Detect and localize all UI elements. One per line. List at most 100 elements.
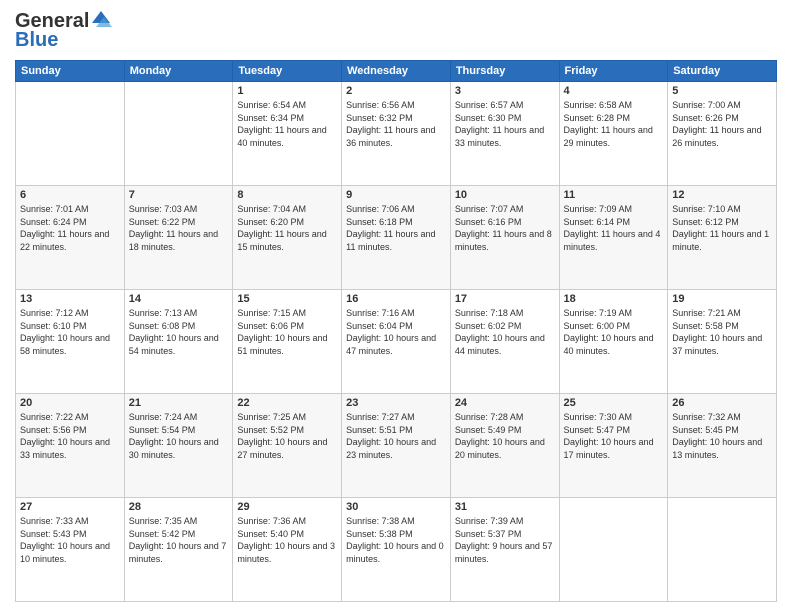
- day-info: Sunrise: 7:00 AM Sunset: 6:26 PM Dayligh…: [672, 99, 772, 149]
- daylight-text: Daylight: 10 hours and 17 minutes.: [564, 437, 654, 460]
- day-number: 21: [129, 397, 229, 409]
- calendar-cell: 22 Sunrise: 7:25 AM Sunset: 5:52 PM Dayl…: [233, 394, 342, 498]
- calendar-cell: 3 Sunrise: 6:57 AM Sunset: 6:30 PM Dayli…: [450, 82, 559, 186]
- daylight-text: Daylight: 10 hours and 44 minutes.: [455, 333, 545, 356]
- sunrise-text: Sunrise: 7:33 AM: [20, 516, 89, 526]
- calendar-cell: 19 Sunrise: 7:21 AM Sunset: 5:58 PM Dayl…: [668, 290, 777, 394]
- sunrise-text: Sunrise: 7:12 AM: [20, 308, 89, 318]
- day-info: Sunrise: 7:09 AM Sunset: 6:14 PM Dayligh…: [564, 203, 664, 253]
- daylight-text: Daylight: 10 hours and 30 minutes.: [129, 437, 219, 460]
- day-number: 25: [564, 397, 664, 409]
- day-number: 22: [237, 397, 337, 409]
- daylight-text: Daylight: 11 hours and 33 minutes.: [455, 125, 544, 148]
- sunrise-text: Sunrise: 7:03 AM: [129, 204, 198, 214]
- daylight-text: Daylight: 10 hours and 27 minutes.: [237, 437, 327, 460]
- sunset-text: Sunset: 5:54 PM: [129, 425, 196, 435]
- sunrise-text: Sunrise: 7:32 AM: [672, 412, 741, 422]
- daylight-text: Daylight: 10 hours and 13 minutes.: [672, 437, 762, 460]
- calendar-week-row: 20 Sunrise: 7:22 AM Sunset: 5:56 PM Dayl…: [16, 394, 777, 498]
- calendar-header-row: SundayMondayTuesdayWednesdayThursdayFrid…: [16, 61, 777, 82]
- daylight-text: Daylight: 11 hours and 11 minutes.: [346, 229, 435, 252]
- calendar-cell: 30 Sunrise: 7:38 AM Sunset: 5:38 PM Dayl…: [342, 498, 451, 602]
- sunset-text: Sunset: 5:47 PM: [564, 425, 631, 435]
- sunset-text: Sunset: 6:34 PM: [237, 113, 304, 123]
- day-header-tuesday: Tuesday: [233, 61, 342, 82]
- day-info: Sunrise: 7:10 AM Sunset: 6:12 PM Dayligh…: [672, 203, 772, 253]
- day-info: Sunrise: 6:54 AM Sunset: 6:34 PM Dayligh…: [237, 99, 337, 149]
- day-number: 29: [237, 501, 337, 513]
- sunset-text: Sunset: 5:51 PM: [346, 425, 413, 435]
- calendar-cell: 13 Sunrise: 7:12 AM Sunset: 6:10 PM Dayl…: [16, 290, 125, 394]
- sunrise-text: Sunrise: 6:58 AM: [564, 100, 633, 110]
- day-number: 23: [346, 397, 446, 409]
- calendar-week-row: 13 Sunrise: 7:12 AM Sunset: 6:10 PM Dayl…: [16, 290, 777, 394]
- day-info: Sunrise: 7:39 AM Sunset: 5:37 PM Dayligh…: [455, 515, 555, 565]
- sunset-text: Sunset: 5:45 PM: [672, 425, 739, 435]
- page: General Blue SundayMondayTuesdayWednesda…: [0, 0, 792, 612]
- sunset-text: Sunset: 6:14 PM: [564, 217, 631, 227]
- daylight-text: Daylight: 11 hours and 40 minutes.: [237, 125, 326, 148]
- day-info: Sunrise: 7:01 AM Sunset: 6:24 PM Dayligh…: [20, 203, 120, 253]
- day-number: 7: [129, 189, 229, 201]
- calendar-cell: 26 Sunrise: 7:32 AM Sunset: 5:45 PM Dayl…: [668, 394, 777, 498]
- daylight-text: Daylight: 10 hours and 37 minutes.: [672, 333, 762, 356]
- day-info: Sunrise: 7:18 AM Sunset: 6:02 PM Dayligh…: [455, 307, 555, 357]
- sunset-text: Sunset: 5:43 PM: [20, 529, 87, 539]
- daylight-text: Daylight: 10 hours and 10 minutes.: [20, 541, 110, 564]
- calendar-cell: 31 Sunrise: 7:39 AM Sunset: 5:37 PM Dayl…: [450, 498, 559, 602]
- sunset-text: Sunset: 6:22 PM: [129, 217, 196, 227]
- daylight-text: Daylight: 10 hours and 54 minutes.: [129, 333, 219, 356]
- day-number: 1: [237, 85, 337, 97]
- day-info: Sunrise: 7:22 AM Sunset: 5:56 PM Dayligh…: [20, 411, 120, 461]
- sunrise-text: Sunrise: 7:15 AM: [237, 308, 306, 318]
- day-number: 3: [455, 85, 555, 97]
- day-number: 14: [129, 293, 229, 305]
- day-info: Sunrise: 7:19 AM Sunset: 6:00 PM Dayligh…: [564, 307, 664, 357]
- day-info: Sunrise: 7:12 AM Sunset: 6:10 PM Dayligh…: [20, 307, 120, 357]
- sunset-text: Sunset: 6:16 PM: [455, 217, 522, 227]
- sunrise-text: Sunrise: 7:13 AM: [129, 308, 198, 318]
- daylight-text: Daylight: 9 hours and 57 minutes.: [455, 541, 553, 564]
- calendar-cell: 2 Sunrise: 6:56 AM Sunset: 6:32 PM Dayli…: [342, 82, 451, 186]
- calendar-cell: 16 Sunrise: 7:16 AM Sunset: 6:04 PM Dayl…: [342, 290, 451, 394]
- day-number: 31: [455, 501, 555, 513]
- logo-blue-text: Blue: [15, 29, 58, 52]
- day-number: 28: [129, 501, 229, 513]
- calendar-cell: 5 Sunrise: 7:00 AM Sunset: 6:26 PM Dayli…: [668, 82, 777, 186]
- calendar-cell: 20 Sunrise: 7:22 AM Sunset: 5:56 PM Dayl…: [16, 394, 125, 498]
- daylight-text: Daylight: 10 hours and 20 minutes.: [455, 437, 545, 460]
- sunset-text: Sunset: 5:38 PM: [346, 529, 413, 539]
- daylight-text: Daylight: 11 hours and 8 minutes.: [455, 229, 552, 252]
- sunset-text: Sunset: 5:58 PM: [672, 321, 739, 331]
- day-info: Sunrise: 7:15 AM Sunset: 6:06 PM Dayligh…: [237, 307, 337, 357]
- calendar-week-row: 6 Sunrise: 7:01 AM Sunset: 6:24 PM Dayli…: [16, 186, 777, 290]
- day-number: 26: [672, 397, 772, 409]
- sunset-text: Sunset: 6:18 PM: [346, 217, 413, 227]
- day-header-sunday: Sunday: [16, 61, 125, 82]
- day-info: Sunrise: 6:57 AM Sunset: 6:30 PM Dayligh…: [455, 99, 555, 149]
- calendar-cell: 14 Sunrise: 7:13 AM Sunset: 6:08 PM Dayl…: [124, 290, 233, 394]
- calendar-cell: [668, 498, 777, 602]
- calendar-cell: 18 Sunrise: 7:19 AM Sunset: 6:00 PM Dayl…: [559, 290, 668, 394]
- sunset-text: Sunset: 6:20 PM: [237, 217, 304, 227]
- sunrise-text: Sunrise: 7:39 AM: [455, 516, 524, 526]
- calendar-cell: 11 Sunrise: 7:09 AM Sunset: 6:14 PM Dayl…: [559, 186, 668, 290]
- day-info: Sunrise: 7:24 AM Sunset: 5:54 PM Dayligh…: [129, 411, 229, 461]
- day-number: 4: [564, 85, 664, 97]
- sunrise-text: Sunrise: 7:30 AM: [564, 412, 633, 422]
- day-number: 2: [346, 85, 446, 97]
- sunset-text: Sunset: 6:30 PM: [455, 113, 522, 123]
- day-info: Sunrise: 7:32 AM Sunset: 5:45 PM Dayligh…: [672, 411, 772, 461]
- daylight-text: Daylight: 10 hours and 58 minutes.: [20, 333, 110, 356]
- day-info: Sunrise: 7:35 AM Sunset: 5:42 PM Dayligh…: [129, 515, 229, 565]
- sunrise-text: Sunrise: 7:25 AM: [237, 412, 306, 422]
- day-number: 15: [237, 293, 337, 305]
- sunset-text: Sunset: 6:10 PM: [20, 321, 87, 331]
- day-info: Sunrise: 7:27 AM Sunset: 5:51 PM Dayligh…: [346, 411, 446, 461]
- day-info: Sunrise: 7:13 AM Sunset: 6:08 PM Dayligh…: [129, 307, 229, 357]
- day-number: 5: [672, 85, 772, 97]
- sunset-text: Sunset: 6:02 PM: [455, 321, 522, 331]
- calendar-cell: [559, 498, 668, 602]
- day-number: 24: [455, 397, 555, 409]
- daylight-text: Daylight: 11 hours and 15 minutes.: [237, 229, 326, 252]
